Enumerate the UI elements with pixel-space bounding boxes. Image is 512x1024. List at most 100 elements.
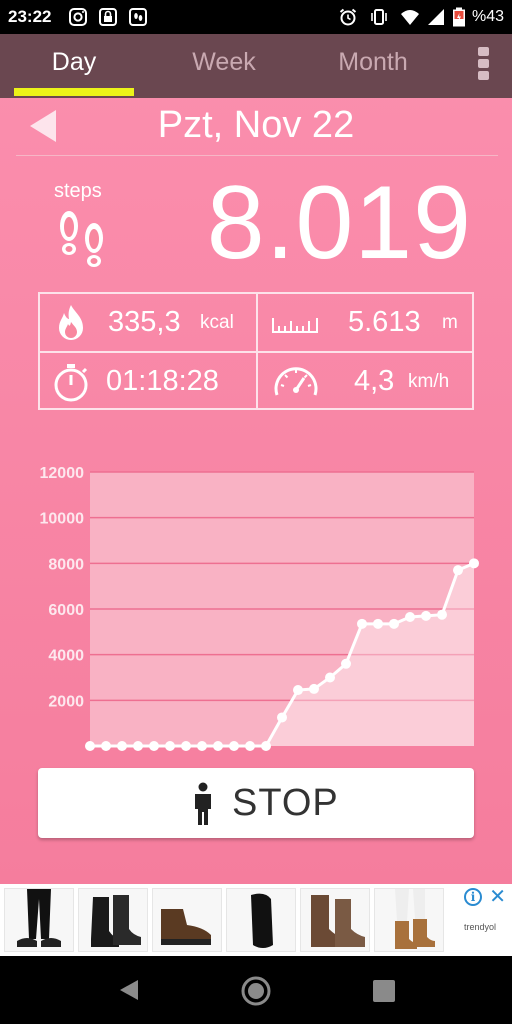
nav-recents-icon[interactable] xyxy=(373,980,395,1002)
signal-icon xyxy=(428,9,444,25)
x-tick-label: 4 xyxy=(150,763,159,764)
chart-data-point xyxy=(405,611,415,622)
stopwatch-icon xyxy=(54,364,88,402)
ad-brand-logo: trendyol xyxy=(463,922,496,932)
instagram-icon xyxy=(69,8,87,26)
chart-data-point xyxy=(85,741,95,751)
black-trousers-image[interactable] xyxy=(4,888,74,952)
x-tick-label: 6 xyxy=(182,763,191,764)
x-tick-label: 10 xyxy=(241,763,259,764)
x-tick-label: 8 xyxy=(214,763,223,764)
chart-data-point xyxy=(389,618,399,629)
speedometer-icon xyxy=(274,367,318,396)
brown-combat-boots-image[interactable] xyxy=(300,888,370,952)
footprints-icon xyxy=(60,211,103,267)
alarm-icon xyxy=(339,8,357,26)
chart-data-point xyxy=(277,712,287,723)
chart-data-point xyxy=(197,741,207,751)
chart-data-point xyxy=(117,741,127,751)
speed-stat: 4,3 km/h xyxy=(258,353,474,410)
chart-data-point xyxy=(101,741,111,751)
flame-icon xyxy=(59,305,83,340)
chart-data-point xyxy=(293,685,303,696)
y-tick-label: 10000 xyxy=(40,511,85,528)
calories-stat: 335,3 kcal xyxy=(40,294,256,351)
chart-data-point xyxy=(357,618,367,629)
chart-data-point xyxy=(133,741,143,751)
wifi-icon xyxy=(401,10,419,25)
tab-month[interactable]: Month xyxy=(313,34,433,98)
speed-value: 4,3 xyxy=(354,365,395,397)
black-loafer-image[interactable] xyxy=(226,888,296,952)
tab-week[interactable]: Week xyxy=(164,34,284,98)
chart-data-point xyxy=(437,609,447,620)
chart-data-point xyxy=(213,741,223,751)
chart-data-point xyxy=(149,741,159,751)
steps-chart: 2000400060008000100001200024681012141618… xyxy=(40,465,484,764)
chart-data-point xyxy=(165,741,175,751)
chart-data-point xyxy=(181,741,191,751)
steps-count: 8.019 xyxy=(206,165,472,281)
tab-bar: Day Week Month xyxy=(0,34,512,98)
chart-data-point xyxy=(421,610,431,621)
chart-data-point xyxy=(325,672,335,683)
chart-data-point xyxy=(229,741,239,751)
y-tick-label: 8000 xyxy=(48,556,84,573)
x-tick-label: 20 xyxy=(401,763,419,764)
calories-unit: kcal xyxy=(200,312,234,333)
chart-data-point xyxy=(469,558,479,569)
steps-label: steps xyxy=(54,180,102,202)
chart-data-point xyxy=(245,741,255,751)
calories-value: 335,3 xyxy=(108,306,181,338)
overflow-menu-icon[interactable] xyxy=(474,44,492,84)
x-tick-label: 16 xyxy=(337,763,355,764)
stop-button[interactable]: STOP xyxy=(38,768,474,838)
chart-data-point xyxy=(341,658,351,669)
chart-data-point xyxy=(261,741,271,751)
distance-value: 5.613 xyxy=(348,306,421,338)
person-icon xyxy=(195,782,211,825)
x-tick-label: 2 xyxy=(118,763,127,764)
pedometer-icon xyxy=(129,8,147,26)
brown-hiking-boots-image[interactable] xyxy=(152,888,222,952)
y-tick-label: 6000 xyxy=(48,602,84,619)
duration-value: 01:18:28 xyxy=(106,365,219,397)
y-tick-label: 4000 xyxy=(48,648,84,665)
y-tick-label: 2000 xyxy=(48,693,84,710)
status-bar: 23:22 %43 xyxy=(0,0,512,34)
active-tab-indicator xyxy=(14,88,134,96)
previous-day-arrow-icon[interactable] xyxy=(28,108,58,144)
ruler-icon xyxy=(272,318,318,333)
distance-unit: m xyxy=(442,312,458,333)
x-tick-label: 12 xyxy=(273,763,291,764)
ad-close-icon[interactable]: ✕ xyxy=(489,887,506,907)
vibrate-icon xyxy=(371,9,387,25)
divider xyxy=(16,155,498,156)
status-time: 23:22 xyxy=(8,7,52,26)
x-tick-label: 22 xyxy=(433,763,451,764)
ad-info-icon[interactable]: i xyxy=(464,888,482,906)
x-tick-label: 14 xyxy=(305,763,323,764)
nav-home-icon[interactable] xyxy=(240,975,272,1007)
chart-data-point xyxy=(373,618,383,629)
ad-banner[interactable]: i ✕ trendyol xyxy=(0,884,512,956)
lock-icon xyxy=(99,8,117,26)
app-screen: Day Week Month Pzt, Nov 22 steps 8.019 3… xyxy=(0,34,512,884)
navigation-bar xyxy=(0,956,512,1024)
tan-boots-image[interactable] xyxy=(374,888,444,952)
black-boots-image[interactable] xyxy=(78,888,148,952)
stats-grid: 335,3 kcal 5.613 m 01:18:28 4,3 km/h xyxy=(38,292,474,410)
y-tick-label: 12000 xyxy=(40,465,85,482)
battery-icon xyxy=(453,7,465,27)
speed-unit: km/h xyxy=(408,371,450,392)
chart-data-point xyxy=(309,683,319,694)
duration-stat: 01:18:28 xyxy=(40,353,256,410)
stop-button-label: STOP xyxy=(232,782,339,824)
date-title: Pzt, Nov 22 xyxy=(157,104,355,146)
battery-percent: %43 xyxy=(471,8,504,25)
x-tick-label: 18 xyxy=(369,763,387,764)
nav-back-icon[interactable] xyxy=(118,978,140,1002)
x-tick-label: 24 xyxy=(465,763,483,764)
distance-stat: 5.613 m xyxy=(258,294,474,351)
chart-data-point xyxy=(453,565,463,576)
